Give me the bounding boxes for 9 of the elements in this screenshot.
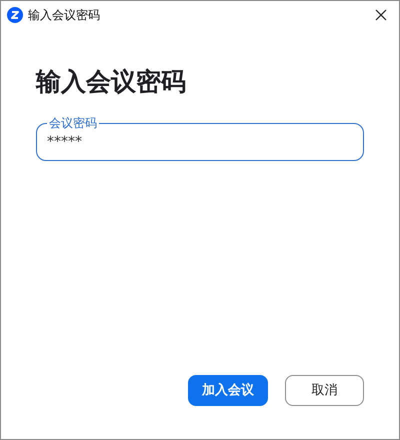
window-title: 输入会议密码: [28, 7, 100, 24]
join-button[interactable]: 加入会议: [188, 375, 268, 406]
dialog-heading: 输入会议密码: [36, 67, 187, 97]
close-icon: [375, 9, 387, 21]
close-button[interactable]: [373, 7, 389, 23]
password-field[interactable]: 会议密码 *****: [36, 117, 364, 161]
app-logo-icon: [7, 7, 23, 23]
cancel-button[interactable]: 取消: [285, 375, 364, 406]
password-input[interactable]: *****: [47, 132, 353, 153]
